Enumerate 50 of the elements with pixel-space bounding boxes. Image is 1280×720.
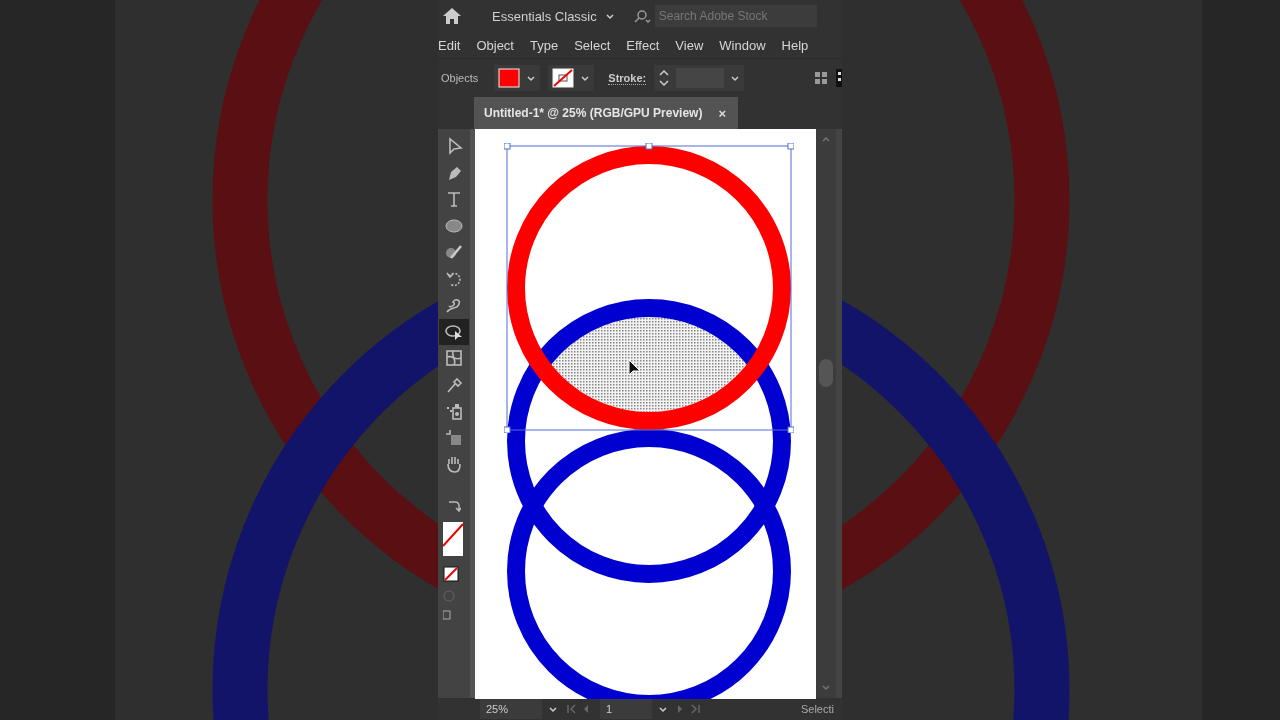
fill-swatch[interactable] (498, 68, 521, 88)
workspace-dropdown[interactable]: Essentials Classic (488, 8, 619, 24)
caret-icon[interactable] (730, 74, 741, 82)
current-tool-label: Selecti (800, 703, 834, 715)
caret-icon[interactable] (526, 74, 537, 82)
grid-icon[interactable] (814, 71, 828, 85)
page-number: 1 (606, 703, 613, 715)
menu-item[interactable]: Window (711, 37, 774, 53)
menu-item[interactable]: Select (566, 37, 619, 53)
search-field[interactable]: Search Adobe Stock (654, 5, 817, 27)
warp-icon (445, 296, 463, 315)
hand-icon (445, 455, 463, 474)
menu-item[interactable]: Type (522, 37, 567, 53)
panel-icon[interactable] (836, 69, 842, 87)
stroke-swatch[interactable] (552, 68, 575, 88)
zoom-value: 25% (486, 703, 509, 715)
scroll-down-icon[interactable] (821, 684, 831, 692)
menu-item[interactable]: Edit (438, 37, 469, 53)
tool-button[interactable] (439, 318, 469, 345)
caret-icon[interactable] (658, 705, 668, 713)
mesh-icon (445, 349, 463, 368)
caret-icon[interactable] (548, 705, 558, 713)
vertical-scrollbar[interactable] (816, 129, 836, 698)
home-icon[interactable] (442, 7, 462, 25)
screen-mode-icon[interactable] (443, 609, 451, 620)
selection-label: Objects (441, 72, 479, 84)
caret-icon (604, 12, 615, 20)
search-icon (632, 9, 653, 23)
close-button[interactable]: × (716, 105, 728, 121)
scroll-up-icon[interactable] (821, 135, 831, 143)
document-title: Untitled-1* @ 25% (RGB/GPU Preview) (484, 106, 703, 120)
fill-stroke-swatches[interactable] (443, 519, 465, 558)
eyedropper-icon (445, 375, 463, 394)
spray-can-icon (445, 402, 463, 421)
menu-item[interactable]: Effect (618, 37, 668, 53)
menu-item[interactable]: Object (468, 37, 522, 53)
spinner-icon[interactable] (658, 68, 671, 88)
caret-icon[interactable] (580, 74, 591, 82)
artboard-icon (445, 428, 463, 447)
document-tab[interactable]: Untitled-1* @ 25% (RGB/GPU Preview) × (474, 97, 738, 129)
zoom-field[interactable]: 25% (480, 699, 542, 719)
menu-item[interactable]: View (667, 37, 712, 53)
menu-item[interactable]: Help (773, 37, 817, 53)
none-swatch[interactable] (443, 565, 459, 582)
stroke-link[interactable]: Stroke: (608, 71, 647, 85)
page-field[interactable]: 1 (600, 699, 652, 719)
scroll-thumb[interactable] (819, 359, 833, 387)
shape-builder-icon (445, 322, 463, 341)
type-tool-icon (445, 190, 463, 209)
ellipse-icon (445, 216, 463, 235)
